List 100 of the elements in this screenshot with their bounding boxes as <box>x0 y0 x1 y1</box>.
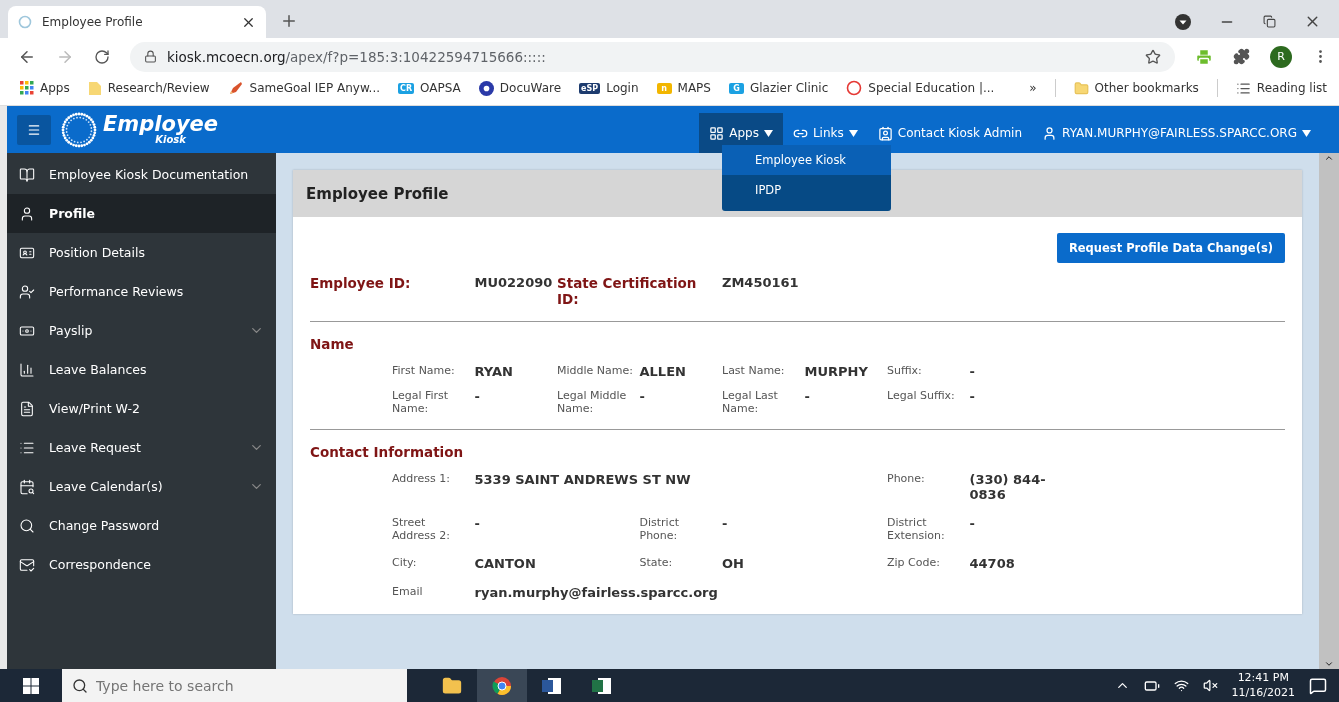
nav-menu-item[interactable]: RYAN.MURPHY@FAIRLESS.SPARCC.ORG <box>1032 113 1321 153</box>
sidebar-item[interactable]: View/Print W-2 <box>7 389 276 428</box>
clock-time: 12:41 PM <box>1237 671 1289 686</box>
taskbar-search-field[interactable]: Type here to search <box>62 669 407 702</box>
calendar-icon <box>19 478 35 495</box>
bookmark-link[interactable]: Apps <box>40 81 70 95</box>
bookmark-logo-icon: n <box>656 82 672 94</box>
bookmark-link[interactable]: Glazier Clinic <box>749 81 829 95</box>
scroll-down-icon[interactable] <box>1324 659 1334 669</box>
user-icon <box>1042 125 1058 141</box>
sidebar-item[interactable]: Leave Balances <box>7 350 276 389</box>
url-text: kiosk.mcoecn.org/apex/f?p=185:3:10422594715666::::: <box>167 48 547 65</box>
field-value: 5339 SAINT ANDREWS ST NW <box>474 472 692 489</box>
field-label: Street Address 2: <box>392 516 451 542</box>
field-label: State Certification ID: <box>557 275 697 307</box>
field-label: Last Name: <box>722 364 786 379</box>
sidebar-item[interactable]: Performance Reviews <box>7 272 276 311</box>
field-label: Address 1: <box>392 472 451 487</box>
bookmark-link[interactable]: Special Education |... <box>868 81 995 95</box>
sidebar-item[interactable]: Position Details <box>7 233 276 272</box>
browser-icon[interactable] <box>492 675 512 696</box>
puzzle-icon[interactable] <box>1233 48 1250 65</box>
scroll-up-icon[interactable] <box>1324 153 1334 163</box>
field-label: District Extension: <box>887 516 946 542</box>
bookmark-link[interactable]: Research/Review <box>107 81 210 95</box>
clock-date: 11/16/2021 <box>1231 685 1295 700</box>
address-bar[interactable]: kiosk.mcoecn.org/apex/f?p=185:3:10422594715666::::: <box>130 41 1175 72</box>
bookmark-link[interactable]: Other bookmarks <box>1094 81 1199 95</box>
sidebar-item[interactable]: Payslip <box>7 311 276 350</box>
loading-icon <box>18 15 32 29</box>
bar-chart-icon <box>19 361 35 378</box>
field-label: Legal Last Name: <box>722 389 779 415</box>
speaker-muted-icon[interactable] <box>1202 678 1218 693</box>
menu-button[interactable] <box>17 114 51 145</box>
field-value: ryan.murphy@fairless.sparcc.org <box>474 585 719 600</box>
menu-item[interactable]: IPDP <box>722 175 891 205</box>
field-label: Legal Middle Name: <box>557 389 628 415</box>
sidebar-item[interactable]: Employee Kiosk Documentation <box>7 155 276 194</box>
reload-icon[interactable] <box>94 48 110 65</box>
lock-icon <box>144 50 157 63</box>
field-label: Employee ID: <box>310 275 412 293</box>
bookmark-link[interactable]: OAPSA <box>420 81 461 95</box>
reading-list-link[interactable]: Reading list <box>1256 81 1327 95</box>
sidebar-item[interactable]: Change Password <box>7 506 276 545</box>
caret-circle-icon[interactable] <box>1175 13 1191 30</box>
new-tab-icon[interactable] <box>280 12 298 30</box>
pencil-icon <box>227 80 244 96</box>
field-label: Phone: <box>887 472 926 487</box>
bookmark-link[interactable]: DocuWare <box>499 81 562 95</box>
bookmark-link[interactable]: MAPS <box>677 81 711 95</box>
list-icon <box>1235 80 1251 96</box>
bookmark-link[interactable]: Login <box>606 81 639 95</box>
field-value: CANTON <box>474 556 537 571</box>
sidebar-item[interactable]: Profile <box>7 194 276 233</box>
menu-icon <box>27 122 41 137</box>
excel-icon[interactable] <box>592 676 612 695</box>
star-icon[interactable] <box>1145 48 1161 65</box>
restore-icon[interactable] <box>1263 15 1276 28</box>
section-title: Contact Information <box>310 444 465 460</box>
profile-avatar[interactable]: R <box>1270 45 1292 68</box>
field-label: Middle Name: <box>557 364 634 379</box>
document-icon <box>19 400 35 417</box>
field-value: 44708 <box>969 556 1016 571</box>
field-label: Zip Code: <box>887 556 941 571</box>
folder-icon[interactable] <box>442 675 462 696</box>
sidebar-item[interactable]: Leave Request <box>7 428 276 467</box>
field-value: ALLEN <box>639 364 687 379</box>
sidebar-item[interactable]: Correspondence <box>7 545 276 584</box>
bookmark-logo-icon: CR <box>398 82 415 94</box>
more-bookmarks[interactable]: » <box>1029 81 1037 95</box>
contact-card-icon <box>877 125 893 141</box>
word-icon[interactable] <box>542 676 562 695</box>
field-value: OH <box>722 556 745 571</box>
field-value: MU022090 <box>474 275 554 292</box>
grid-icon <box>709 125 725 141</box>
apps-grid-icon <box>20 81 34 95</box>
menu-item[interactable]: Employee Kiosk <box>722 145 891 175</box>
field-label: District Phone: <box>639 516 680 542</box>
field-value: - <box>639 389 646 406</box>
user-check-icon <box>19 283 35 300</box>
magnifier-icon <box>19 517 35 534</box>
caret-icon <box>848 129 858 137</box>
field-value: - <box>969 364 976 379</box>
notification-icon[interactable] <box>1309 676 1327 695</box>
browser-tab[interactable]: Employee Profile <box>8 6 266 38</box>
field-value: - <box>969 516 976 533</box>
field-label: City: <box>392 556 418 571</box>
windows-logo-icon[interactable] <box>23 677 39 694</box>
logo-subtitle: Kiosk <box>155 135 186 145</box>
bookmark-logo-icon: G <box>728 82 744 94</box>
section-title: Name <box>310 336 355 352</box>
mail-icon <box>19 556 35 573</box>
field-value: - <box>969 389 976 406</box>
wifi-icon[interactable] <box>1173 678 1189 693</box>
sidebar-item[interactable]: Leave Calendar(s) <box>7 467 276 506</box>
request-change-button[interactable]: Request Profile Data Change(s) <box>1056 233 1285 263</box>
bookmark-link[interactable]: SameGoal IEP Anyw... <box>249 81 381 95</box>
field-label: Email <box>392 585 424 600</box>
field-label: Legal Suffix: <box>887 389 956 404</box>
tab-title: Employee Profile <box>42 15 144 29</box>
